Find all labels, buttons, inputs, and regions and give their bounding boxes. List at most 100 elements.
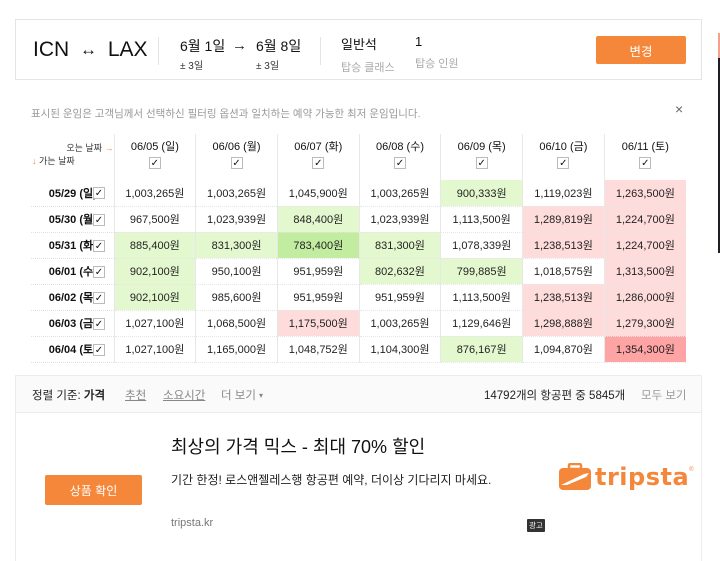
depart-date: 6월 1일 <box>180 38 226 54</box>
price-cell[interactable]: 885,400원 <box>113 232 196 259</box>
price-cell[interactable]: 1,045,900원 <box>276 180 360 207</box>
price-cell[interactable]: 783,400원 <box>276 232 360 259</box>
return-date-column: 06/11 (토) ✓ <box>603 134 686 180</box>
row-date: 05/31 (화) <box>48 240 97 252</box>
price-cell[interactable]: 1,289,819원 <box>522 206 605 233</box>
price-cell[interactable]: 1,003,265원 <box>195 180 278 207</box>
column-checkbox[interactable]: ✓ <box>557 157 570 169</box>
price-cell[interactable]: 1,027,100원 <box>113 336 196 363</box>
caret-down-icon: ▾ <box>258 391 263 400</box>
search-summary: ICN ↔ LAX 6월 1일 ± 3일 → 6월 8일 ± 3일 일반석 탑승… <box>15 19 702 80</box>
return-date: 6월 8일 <box>256 38 302 54</box>
price-cell[interactable]: 876,167원 <box>440 336 523 363</box>
column-checkbox[interactable]: ✓ <box>148 157 161 169</box>
price-cell[interactable]: 902,100원 <box>113 284 196 311</box>
ad-cta-button[interactable]: 상품 확인 <box>45 475 142 505</box>
price-cell[interactable]: 1,023,939원 <box>195 206 278 233</box>
row-checkbox[interactable]: ✓ <box>93 343 105 356</box>
row-checkbox[interactable]: ✓ <box>93 317 105 330</box>
price-cell[interactable]: 1,027,100원 <box>113 310 196 337</box>
grid-row: 05/31 (화) ✓ 885,400원 831,300원 783,400원 831,30… <box>31 232 686 259</box>
depart-date-row-header: 05/30 (월) ✓ <box>31 206 115 233</box>
column-checkbox[interactable]: ✓ <box>312 157 325 169</box>
price-cell[interactable]: 848,400원 <box>276 206 360 233</box>
price-cell[interactable]: 1,023,939원 <box>358 206 441 233</box>
price-cell[interactable]: 1,113,500원 <box>440 206 523 233</box>
row-checkbox[interactable]: ✓ <box>93 213 105 226</box>
price-cell[interactable]: 1,003,265원 <box>113 180 196 207</box>
close-icon[interactable]: × <box>675 101 683 117</box>
price-cell[interactable]: 802,632원 <box>358 258 441 285</box>
price-cell[interactable]: 1,003,265원 <box>358 310 441 337</box>
price-cell[interactable]: 1,094,870원 <box>522 336 605 363</box>
price-cell[interactable]: 1,238,513원 <box>522 232 605 259</box>
row-date: 05/30 (월) <box>48 214 97 226</box>
column-checkbox[interactable]: ✓ <box>230 157 243 169</box>
depart-date-row-header: 05/31 (화) ✓ <box>31 232 115 259</box>
arrow-right-icon: → <box>232 37 247 54</box>
row-checkbox[interactable]: ✓ <box>93 291 105 304</box>
return-date-column: 06/05 (일) ✓ <box>113 134 196 180</box>
brand-name: tripsta <box>595 463 690 491</box>
cabin-class-value: 일반석 <box>341 37 377 52</box>
price-cell[interactable]: 1,238,513원 <box>522 284 605 311</box>
price-cell[interactable]: 1,003,265원 <box>358 180 441 207</box>
show-all-link[interactable]: 모두 보기 <box>641 387 687 403</box>
price-cell[interactable]: 902,100원 <box>113 258 196 285</box>
price-cell[interactable]: 951,959원 <box>358 284 441 311</box>
price-cell[interactable]: 1,113,500원 <box>440 284 523 311</box>
price-cell[interactable]: 1,354,300원 <box>603 336 686 363</box>
price-cell[interactable]: 831,300원 <box>358 232 441 259</box>
price-cell[interactable]: 1,175,500원 <box>276 310 360 337</box>
tripsta-logo[interactable]: tripsta ® <box>558 463 694 491</box>
price-cell[interactable]: 1,018,575원 <box>522 258 605 285</box>
change-search-button[interactable]: 변경 <box>596 36 686 64</box>
price-cell[interactable]: 951,959원 <box>276 284 360 311</box>
grid-corner: 오는 날짜 → ↓ 가는 날짜 <box>31 134 114 180</box>
price-cell[interactable]: 1,048,752원 <box>276 336 360 363</box>
result-count: 14792개의 항공편 중 5845개 <box>484 390 626 402</box>
column-checkbox[interactable]: ✓ <box>639 157 652 169</box>
column-checkbox[interactable]: ✓ <box>475 157 488 169</box>
column-checkbox[interactable]: ✓ <box>393 157 406 169</box>
price-cell[interactable]: 1,279,300원 <box>603 310 686 337</box>
ad-url[interactable]: tripsta.kr <box>171 517 213 529</box>
cabin-class-block: 일반석 탑승 클래스 <box>341 34 395 75</box>
sort-option-recommended[interactable]: 추천 <box>125 387 146 403</box>
price-cell[interactable]: 1,104,300원 <box>358 336 441 363</box>
return-flex: ± 3일 <box>256 61 280 72</box>
row-date: 05/29 (일) <box>48 187 97 200</box>
sort-more-dropdown[interactable]: 더 보기 ▾ <box>221 387 263 403</box>
price-cell[interactable]: 951,959원 <box>276 258 360 285</box>
price-cell[interactable]: 1,119,023원 <box>522 180 605 207</box>
return-date-column: 06/06 (월) ✓ <box>195 134 278 180</box>
price-cell[interactable]: 1,129,646원 <box>440 310 523 337</box>
price-cell[interactable]: 967,500원 <box>113 206 196 233</box>
price-cell[interactable]: 799,885원 <box>440 258 523 285</box>
column-date: 06/07 (화) <box>294 141 343 153</box>
return-date-block: 6월 8일 ± 3일 <box>256 36 301 72</box>
price-cell[interactable]: 831,300원 <box>195 232 278 259</box>
price-cell[interactable]: 1,165,000원 <box>195 336 278 363</box>
ad-title[interactable]: 최상의 가격 믹스 - 최대 70% 할인 <box>171 433 425 459</box>
price-cell[interactable]: 1,313,500원 <box>603 258 686 285</box>
row-checkbox[interactable]: ✓ <box>93 187 105 199</box>
column-date: 06/06 (월) <box>212 141 261 153</box>
row-checkbox[interactable]: ✓ <box>93 265 105 278</box>
price-cell[interactable]: 1,068,500원 <box>195 310 278 337</box>
price-cell[interactable]: 1,078,339원 <box>440 232 523 259</box>
price-cell[interactable]: 1,224,700원 <box>603 206 686 233</box>
row-date: 06/02 (목) <box>48 292 97 304</box>
price-cell[interactable]: 1,298,888원 <box>522 310 605 337</box>
grid-row: 05/29 (일) ✓ 1,003,265원 1,003,265원 1,045,900원… <box>31 180 686 207</box>
price-cell[interactable]: 985,600원 <box>195 284 278 311</box>
sort-option-duration[interactable]: 소요시간 <box>163 387 205 403</box>
price-cell[interactable]: 1,263,500원 <box>603 180 686 207</box>
price-cell[interactable]: 1,224,700원 <box>603 232 686 259</box>
cabin-class-label: 탑승 클래스 <box>341 62 395 74</box>
sort-active-price[interactable]: 가격 <box>84 390 105 402</box>
price-cell[interactable]: 950,100원 <box>195 258 278 285</box>
row-checkbox[interactable]: ✓ <box>93 239 105 252</box>
price-cell[interactable]: 900,333원 <box>440 180 523 207</box>
price-cell[interactable]: 1,286,000원 <box>603 284 686 311</box>
